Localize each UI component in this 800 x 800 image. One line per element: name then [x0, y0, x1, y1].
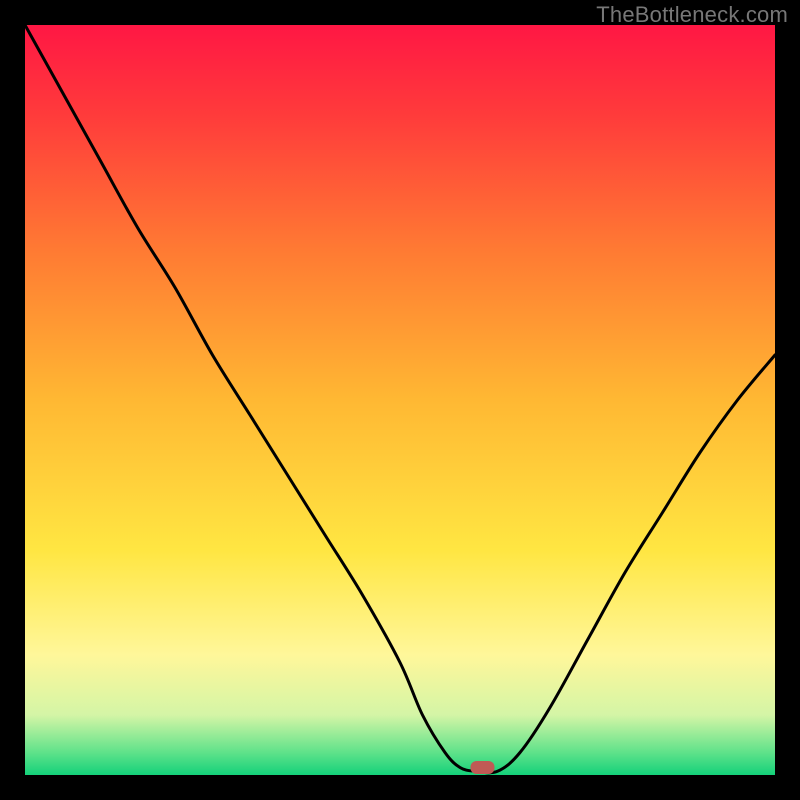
watermark-text: TheBottleneck.com — [596, 2, 788, 28]
bottleneck-chart — [25, 25, 775, 775]
chart-frame: TheBottleneck.com — [0, 0, 800, 800]
optimal-point-marker — [471, 761, 495, 774]
